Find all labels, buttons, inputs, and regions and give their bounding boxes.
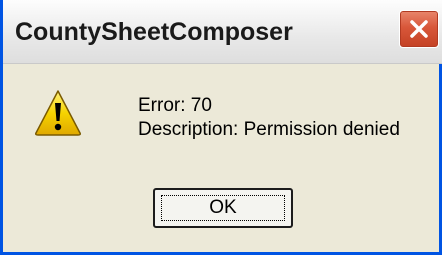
close-button[interactable] <box>399 10 439 48</box>
error-code-text: Error: 70 <box>138 95 212 116</box>
error-description-text: Description: Permission denied <box>138 119 400 140</box>
window-title: CountySheetComposer <box>15 18 293 46</box>
warning-icon <box>35 90 81 136</box>
dialog-window: CountySheetComposer Error: 70 Descriptio… <box>0 0 442 255</box>
ok-button[interactable]: OK <box>153 188 293 228</box>
title-bar[interactable]: CountySheetComposer <box>3 0 442 64</box>
close-icon <box>410 20 428 38</box>
dialog-body: Error: 70 Description: Permission denied… <box>3 64 439 252</box>
ok-button-label: OK <box>209 197 237 218</box>
message-text: Error: 70 Description: Permission denied <box>138 94 400 142</box>
